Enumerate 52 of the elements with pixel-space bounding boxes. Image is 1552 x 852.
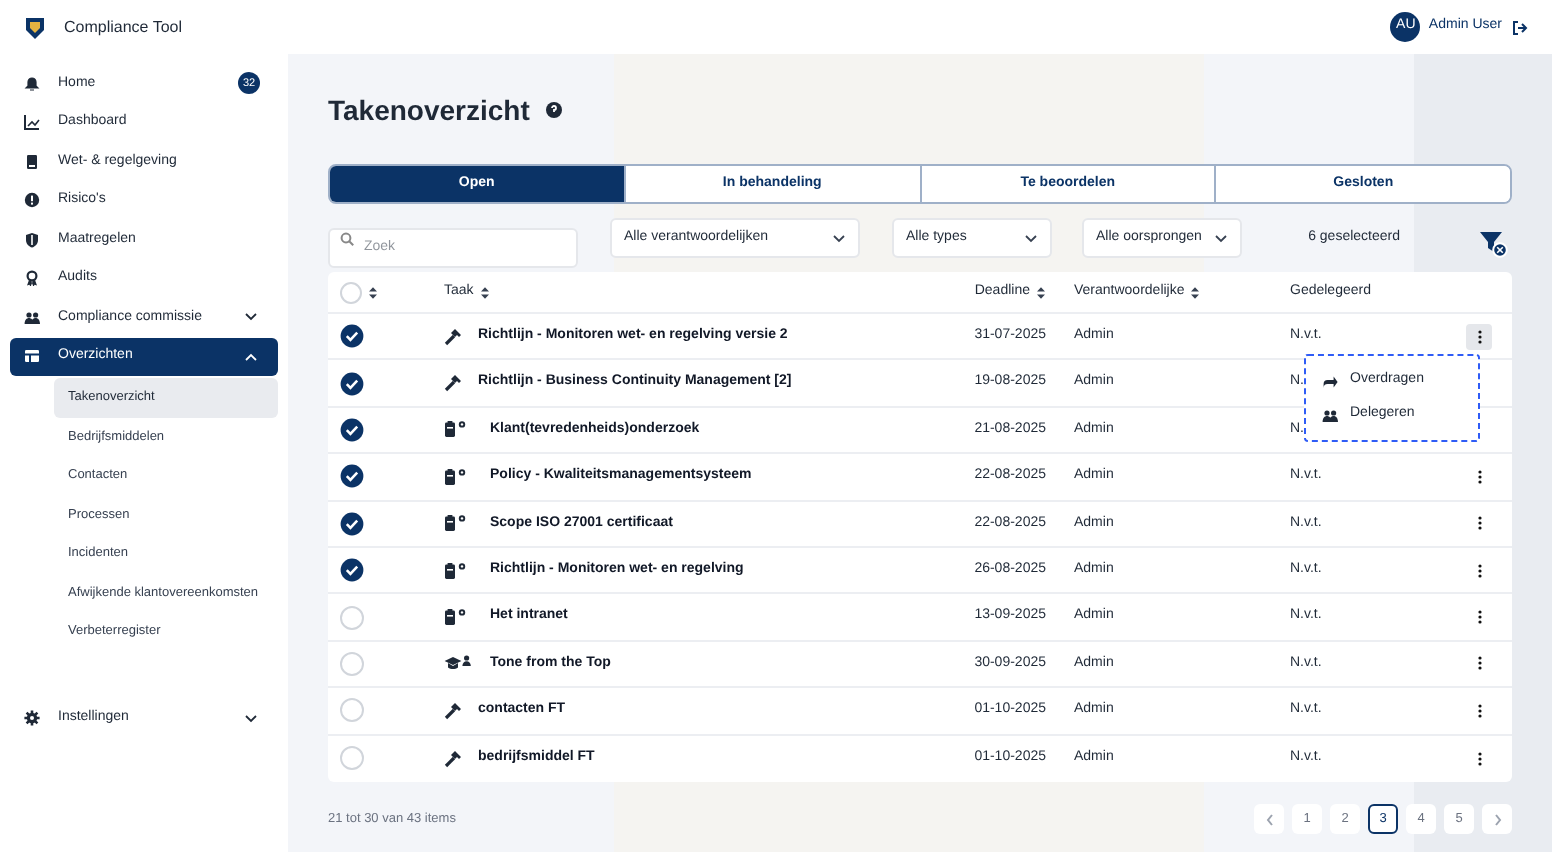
search-icon [340,231,354,245]
bell-icon [24,75,40,92]
chevron-icon [244,351,258,362]
more-options-button[interactable] [1466,323,1492,350]
row-checkbox[interactable] [340,464,364,489]
chevron-icon [1214,233,1228,243]
people-icon [1322,407,1338,423]
row-checkbox[interactable] [340,651,364,676]
page-title: Takenoverzicht [328,91,530,129]
clipboard-gear-icon [444,608,468,627]
clipboard-gear-icon [444,561,468,580]
select-all-checkbox[interactable] [340,281,362,303]
chevron-icon [1024,233,1038,243]
logo-icon [24,15,46,39]
shield-icon [24,231,40,248]
chevron-icon [244,713,258,724]
row-checkbox[interactable] [340,746,364,771]
row-checkbox[interactable] [340,698,364,723]
row-checkbox[interactable] [340,417,364,442]
sort-icon[interactable] [479,285,490,299]
settings-icon [24,710,40,727]
chevron-icon [244,312,258,323]
chart-icon [24,114,40,131]
clipboard-gear-icon [444,514,468,533]
row-checkbox[interactable] [340,558,364,583]
alert-icon [24,192,40,209]
sort-icon[interactable] [1036,285,1046,299]
row-checkbox[interactable] [340,511,364,536]
book-icon [24,153,40,170]
hammer-icon [444,701,462,720]
people-icon [24,309,40,326]
clear-filter-icon[interactable] [1480,230,1508,258]
arrow-icon [1322,373,1338,389]
row-checkbox[interactable] [340,324,364,349]
hammer-icon [444,749,462,768]
table-icon [24,348,40,365]
clipboard-gear-icon [444,420,468,439]
chevron-left-icon [1265,813,1273,826]
hammer-icon [444,327,462,346]
chevron-right-icon [1493,813,1501,826]
sort-icon[interactable] [1190,285,1201,299]
row-checkbox[interactable] [340,605,364,630]
clipboard-gear-icon [444,467,468,486]
chevron-icon [832,233,846,243]
help-icon[interactable] [545,102,562,118]
ribbon-icon [24,270,40,287]
graduation-cap-icon [444,654,472,673]
row-checkbox[interactable] [340,371,364,396]
hammer-icon [444,374,462,393]
app-name: Compliance Tool [64,15,182,39]
logout-icon[interactable] [1512,19,1528,35]
sort-icon[interactable] [368,285,378,299]
